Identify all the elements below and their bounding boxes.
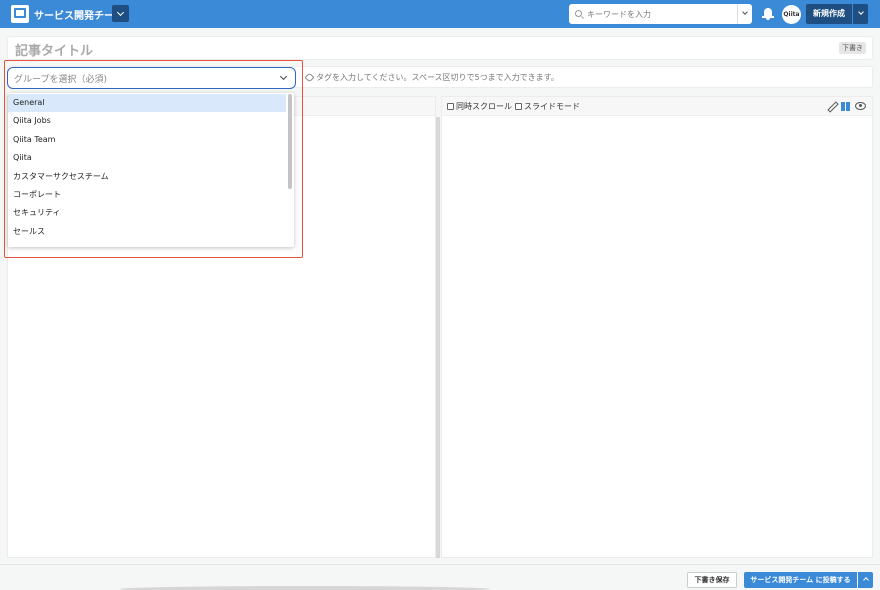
- dropdown-option[interactable]: General: [8, 94, 286, 112]
- top-navbar: サービス開発チーム キーワードを入力 Qiita 新規作成: [0, 0, 880, 28]
- chevron-down-icon: [279, 72, 288, 81]
- team-name[interactable]: サービス開発チーム: [34, 7, 124, 22]
- dropdown-option[interactable]: Qiita Team: [8, 131, 286, 149]
- preview-eye-icon[interactable]: [855, 102, 866, 110]
- group-select[interactable]: グループを選択（必須): [7, 67, 296, 89]
- pane-resize-handle[interactable]: [436, 117, 440, 558]
- avatar[interactable]: Qiita: [782, 5, 801, 24]
- chevron-down-icon: [742, 9, 748, 15]
- tag-icon: [304, 72, 315, 83]
- title-placeholder: 記事タイトル: [15, 44, 94, 59]
- group-dropdown-menu: General Qiita Jobs Qiita Team Qiita カスタマ…: [8, 93, 294, 247]
- dropdown-option[interactable]: セールス: [8, 223, 286, 241]
- dropdown-option[interactable]: カスタマーサクセスチーム: [8, 168, 286, 186]
- search-placeholder: キーワードを入力: [587, 10, 651, 19]
- chevron-up-icon: [862, 577, 869, 583]
- dropdown-scrollbar[interactable]: [288, 94, 292, 189]
- dropdown-option[interactable]: Qiita: [8, 149, 286, 167]
- split-view-icon[interactable]: [841, 102, 850, 111]
- slide-mode-label: スライドモード: [524, 102, 580, 111]
- edit-mode-pencil-icon[interactable]: [827, 101, 837, 111]
- tag-input[interactable]: タグを入力してください。スペース区切りで5つまで入力できます。: [316, 72, 559, 83]
- preview-pane: 同時スクロール スライドモード: [441, 96, 873, 558]
- search-options-button[interactable]: [737, 4, 752, 24]
- team-logo-icon[interactable]: [11, 5, 29, 23]
- search-icon: [575, 10, 582, 17]
- draft-status-badge: 下書き: [839, 42, 866, 54]
- toast-shadow: [120, 586, 490, 590]
- dropdown-option[interactable]: Qiita Jobs: [8, 112, 286, 130]
- post-button[interactable]: サービス開発チーム に投稿する: [744, 572, 857, 588]
- save-draft-button[interactable]: 下書き保存: [687, 572, 737, 588]
- dropdown-option[interactable]: セキュリティ: [8, 204, 286, 222]
- title-input[interactable]: 記事タイトル 下書き: [7, 36, 873, 60]
- slide-mode-checkbox[interactable]: [515, 103, 522, 110]
- search-input[interactable]: キーワードを入力: [569, 4, 737, 24]
- sync-scroll-label: 同時スクロール: [456, 102, 512, 111]
- sync-scroll-checkbox[interactable]: [447, 103, 454, 110]
- team-switcher-button[interactable]: [112, 5, 129, 22]
- chevron-down-icon: [857, 9, 864, 15]
- new-post-button[interactable]: 新規作成: [806, 4, 852, 24]
- preview-toolbar: 同時スクロール スライドモード: [442, 97, 872, 116]
- chevron-down-icon: [116, 8, 125, 17]
- group-select-placeholder: グループを選択（必須): [14, 75, 107, 85]
- new-post-dropdown-button[interactable]: [853, 4, 868, 24]
- post-options-button[interactable]: [858, 572, 873, 588]
- notification-bell-icon[interactable]: [762, 7, 774, 21]
- dropdown-option[interactable]: コーポレート: [8, 186, 286, 204]
